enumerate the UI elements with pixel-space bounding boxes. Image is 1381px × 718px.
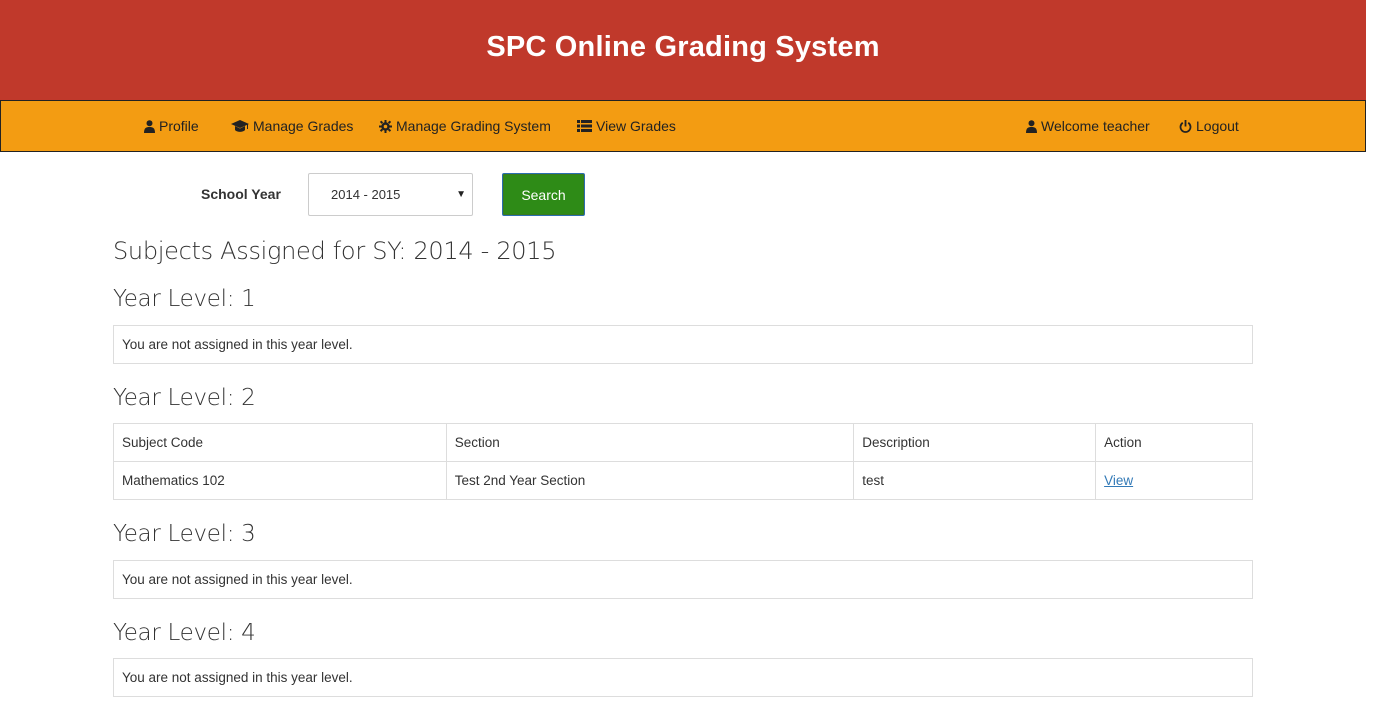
school-year-label: School Year	[201, 186, 281, 202]
nav-manage-grades[interactable]: Manage Grades	[231, 101, 353, 151]
list-icon	[577, 120, 592, 132]
nav-view-grades[interactable]: View Grades	[577, 101, 676, 151]
graduation-cap-icon	[231, 119, 249, 132]
column-header-action: Action	[1095, 423, 1253, 462]
year-level-2-table: Subject Code Section Description Action …	[113, 423, 1253, 500]
year-level-1-title: Year Level: 1	[113, 286, 256, 312]
year-level-3-title: Year Level: 3	[113, 521, 256, 547]
site-title: SPC Online Grading System	[486, 30, 880, 63]
nav-profile[interactable]: Profile	[144, 101, 199, 151]
gear-icon	[379, 119, 392, 133]
nav-logout[interactable]: Logout	[1179, 101, 1239, 151]
year-level-4-title: Year Level: 4	[113, 620, 256, 646]
table-row: Mathematics 102 Test 2nd Year Section te…	[113, 461, 1253, 500]
cell-description: test	[853, 461, 1097, 500]
cell-action: View	[1095, 461, 1253, 500]
nav-view-grades-label: View Grades	[596, 118, 676, 134]
table-header-row: Subject Code Section Description Action	[113, 423, 1253, 462]
view-link[interactable]: View	[1104, 473, 1133, 488]
column-header-section: Section	[445, 423, 855, 462]
year-level-3-notice: You are not assigned in this year level.	[113, 560, 1253, 599]
nav-logout-label: Logout	[1196, 118, 1239, 134]
site-header: SPC Online Grading System	[0, 0, 1366, 100]
nav-welcome[interactable]: Welcome teacher	[1026, 101, 1150, 151]
nav-welcome-label: Welcome teacher	[1041, 118, 1150, 134]
column-header-subject-code: Subject Code	[113, 423, 447, 462]
nav-manage-grades-label: Manage Grades	[253, 118, 354, 134]
year-level-1-notice: You are not assigned in this year level.	[113, 325, 1253, 364]
school-year-selected-value: 2014 - 2015	[331, 187, 401, 202]
search-button[interactable]: Search	[502, 173, 585, 216]
user-icon	[1026, 119, 1037, 133]
cell-subject-code: Mathematics 102	[113, 461, 447, 500]
school-year-select[interactable]: 2014 - 2015 ▼	[308, 173, 473, 216]
caret-down-icon: ▼	[456, 189, 466, 200]
power-icon	[1179, 119, 1192, 133]
nav-profile-label: Profile	[159, 118, 199, 134]
year-level-2-title: Year Level: 2	[113, 385, 256, 411]
user-icon	[144, 119, 155, 133]
nav-manage-grading-system-label: Manage Grading System	[396, 118, 551, 134]
column-header-description: Description	[853, 423, 1097, 462]
cell-section: Test 2nd Year Section	[445, 461, 855, 500]
page-title: Subjects Assigned for SY: 2014 - 2015	[113, 237, 557, 265]
main-navbar: Profile Manage Grades Manage Grading Sys…	[0, 100, 1366, 152]
nav-manage-grading-system[interactable]: Manage Grading System	[379, 101, 551, 151]
year-level-4-notice: You are not assigned in this year level.	[113, 658, 1253, 697]
